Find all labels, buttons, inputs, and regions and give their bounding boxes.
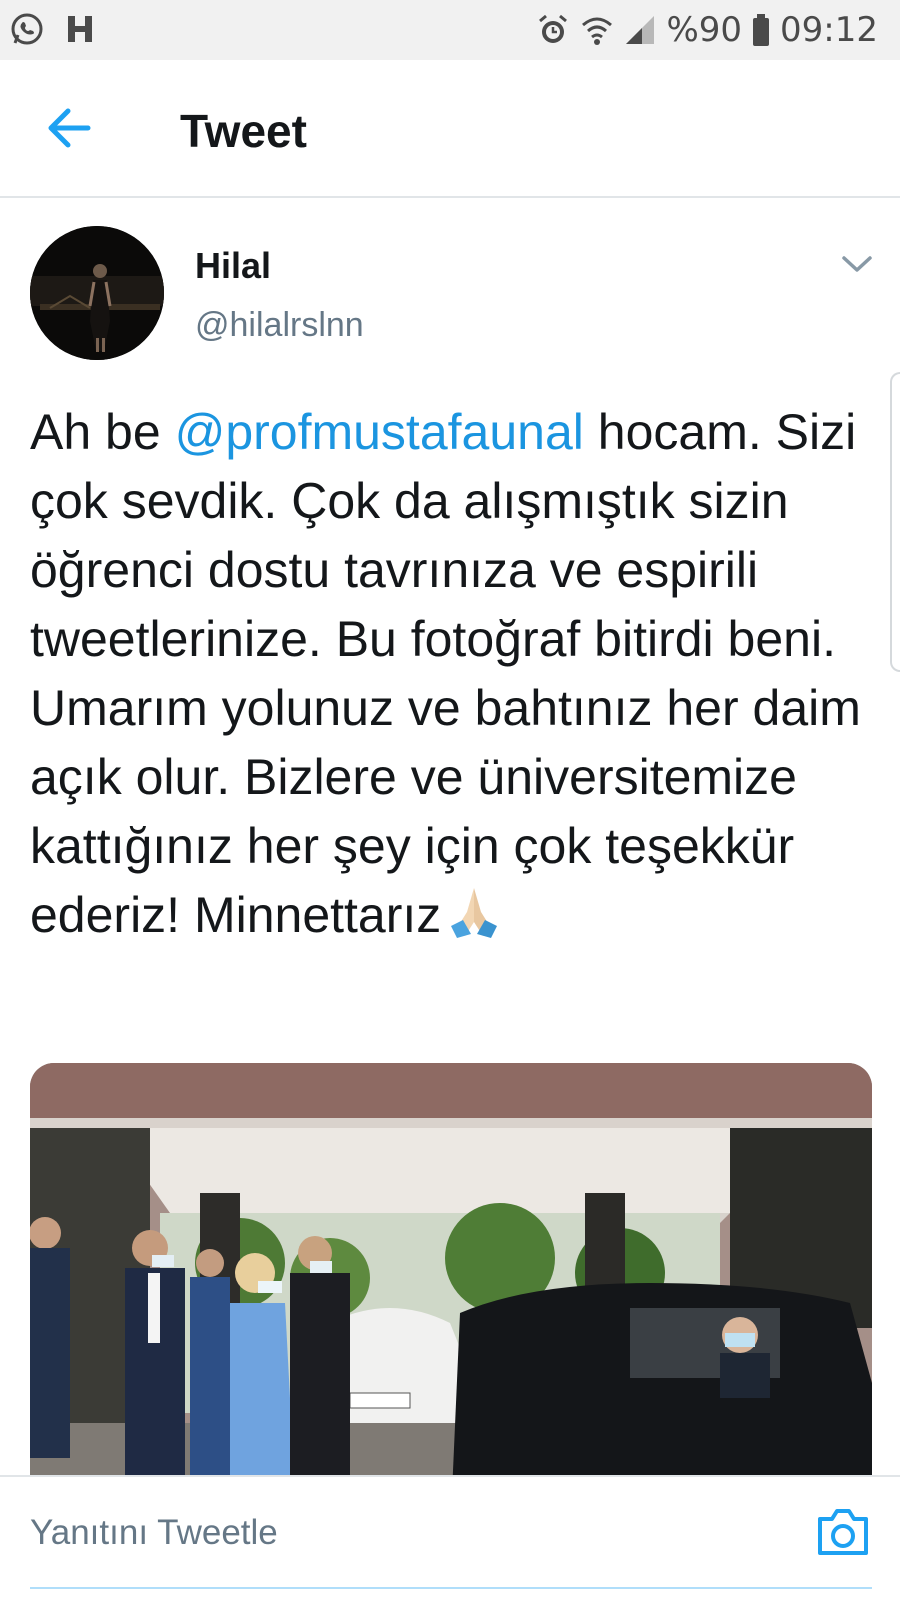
tweet-photo-image (30, 1063, 872, 1493)
chevron-down-icon (842, 256, 872, 272)
author-name[interactable]: Hilal (195, 245, 271, 287)
mention-link[interactable]: @profmustafaunal (175, 404, 584, 460)
alarm-icon (536, 13, 570, 47)
reply-input-underline (30, 1587, 872, 1589)
status-bar: %90 09:12 (0, 0, 900, 60)
signal-icon (624, 14, 656, 46)
author-handle[interactable]: @hilalrslnn (195, 306, 364, 345)
tweet-photo[interactable] (30, 1063, 872, 1493)
tweet-text: Ah be @profmustafaunal hocam. Sizi çok s… (30, 398, 880, 950)
h-app-icon (66, 14, 94, 44)
tweet-options-button[interactable] (840, 252, 874, 276)
camera-button[interactable] (814, 1505, 872, 1559)
tweet-text-main: hocam. Sizi çok sevdik. Çok da alışmıştı… (30, 404, 875, 943)
tweet-text-intro: Ah be (30, 404, 175, 460)
avatar-photo (30, 226, 164, 360)
battery-icon (752, 13, 770, 47)
avatar[interactable] (30, 226, 164, 360)
top-bar: Tweet (0, 60, 900, 198)
wifi-icon (580, 13, 614, 47)
whatsapp-icon (10, 12, 44, 46)
folded-hands-emoji (443, 882, 505, 940)
page-title: Tweet (180, 105, 307, 157)
scrollbar[interactable] (890, 372, 900, 672)
battery-percent: %90 (666, 10, 743, 50)
reply-bar: Yanıtını Tweetle (0, 1475, 900, 1600)
camera-icon (818, 1509, 868, 1555)
reply-input[interactable]: Yanıtını Tweetle (30, 1513, 278, 1553)
back-button[interactable] (44, 106, 94, 150)
arrow-left-icon (48, 108, 91, 148)
clock: 09:12 (780, 10, 878, 50)
